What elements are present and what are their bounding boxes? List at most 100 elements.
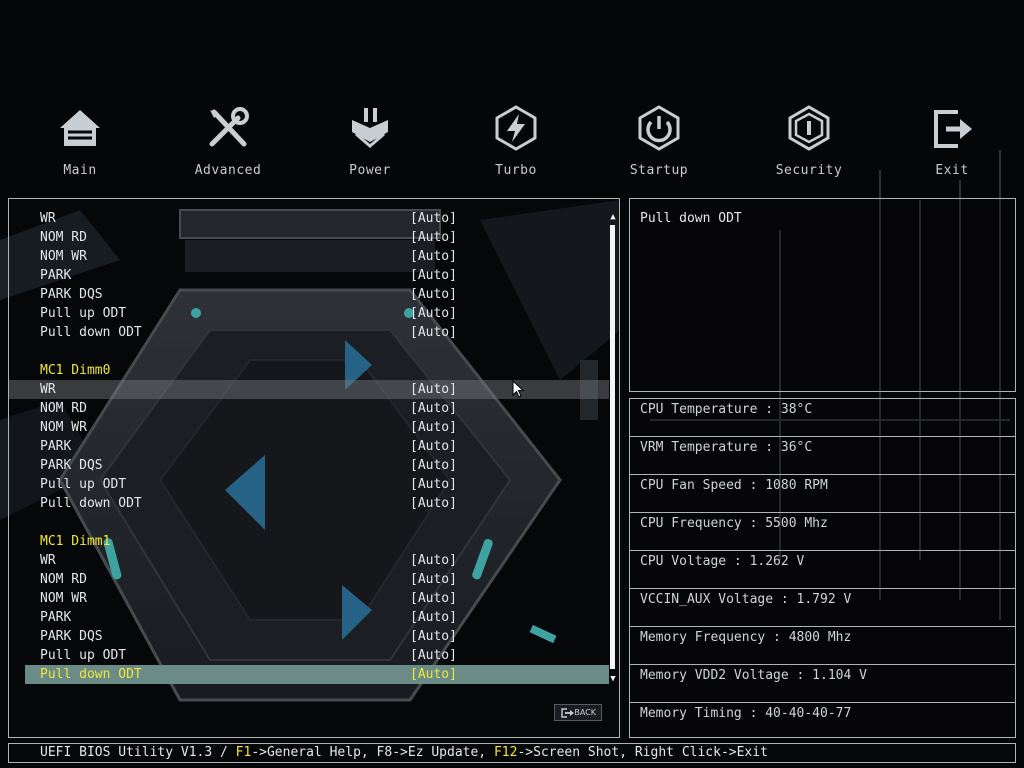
item-value[interactable]: [Auto] bbox=[410, 399, 457, 418]
nav-exit-label: Exit bbox=[935, 163, 969, 178]
vrm-temperature: VRM Temperature : 36°C bbox=[640, 440, 813, 455]
memory-vdd2-voltage: Memory VDD2 Voltage : 1.104 V bbox=[640, 668, 867, 683]
item-value[interactable]: [Auto] bbox=[410, 285, 457, 304]
list-item[interactable]: NOM RD [Auto] bbox=[9, 570, 609, 589]
shield-icon bbox=[788, 105, 830, 151]
item-value[interactable]: [Auto] bbox=[410, 228, 457, 247]
nav-security[interactable]: Security bbox=[749, 100, 869, 185]
item-value[interactable]: [Auto] bbox=[410, 570, 457, 589]
list-item[interactable]: WR [Auto] bbox=[9, 551, 609, 570]
list-item[interactable]: PARK [Auto] bbox=[9, 608, 609, 627]
list-item[interactable]: NOM WR [Auto] bbox=[9, 589, 609, 608]
divider bbox=[630, 588, 1015, 589]
vccin-aux-voltage: VCCIN_AUX Voltage : 1.792 V bbox=[640, 592, 852, 607]
f12-exit-hint: ->Screen Shot, Right Click->Exit bbox=[517, 745, 768, 760]
bottom-help-bar: UEFI BIOS Utility V1.3 / F1->General Hel… bbox=[8, 743, 1016, 763]
item-value[interactable]: [Auto] bbox=[410, 589, 457, 608]
nav-advanced-label: Advanced bbox=[194, 163, 262, 178]
item-value[interactable]: [Auto] bbox=[410, 418, 457, 437]
list-item[interactable]: Pull up ODT [Auto] bbox=[9, 475, 609, 494]
item-label: Pull down ODT bbox=[40, 667, 142, 682]
item-value[interactable]: [Auto] bbox=[410, 323, 457, 342]
list-item[interactable]: PARK DQS [Auto] bbox=[9, 285, 609, 304]
nav-main-label: Main bbox=[63, 163, 97, 178]
f12-key[interactable]: F12 bbox=[494, 745, 517, 760]
help-text: Pull down ODT bbox=[640, 211, 742, 226]
item-value[interactable]: [Auto] bbox=[410, 380, 457, 399]
item-value[interactable]: [Auto] bbox=[410, 646, 457, 665]
back-arrow-icon bbox=[561, 708, 574, 718]
list-item[interactable]: Pull down ODT [Auto] bbox=[9, 494, 609, 513]
f1-f8-hint: ->General Help, F8->Ez Update, bbox=[251, 745, 494, 760]
item-label: Pull up ODT bbox=[40, 477, 127, 492]
list-item-selected[interactable]: Pull down ODT [Auto] bbox=[25, 665, 609, 684]
list-item[interactable]: NOM WR [Auto] bbox=[9, 418, 609, 437]
item-label: PARK bbox=[40, 439, 72, 454]
item-label: NOM RD bbox=[40, 230, 87, 245]
nav-power[interactable]: Power bbox=[310, 100, 430, 185]
section-header-mc1-dimm0: MC1 Dimm0 bbox=[40, 363, 111, 378]
item-value[interactable]: [Auto] bbox=[410, 266, 457, 285]
list-item[interactable]: Pull up ODT [Auto] bbox=[9, 304, 609, 323]
item-value[interactable]: [Auto] bbox=[410, 304, 457, 323]
nav-main[interactable]: Main bbox=[20, 100, 140, 185]
item-label: NOM RD bbox=[40, 572, 87, 587]
list-item[interactable]: PARK DQS [Auto] bbox=[9, 627, 609, 646]
list-item[interactable]: NOM RD [Auto] bbox=[9, 399, 609, 418]
list-item[interactable]: PARK DQS [Auto] bbox=[9, 456, 609, 475]
item-value[interactable]: [Auto] bbox=[410, 209, 457, 228]
mouse-cursor-icon bbox=[512, 380, 524, 398]
item-label: PARK DQS bbox=[40, 287, 103, 302]
list-item[interactable]: Pull up ODT [Auto] bbox=[9, 646, 609, 665]
item-value[interactable]: [Auto] bbox=[410, 456, 457, 475]
divider bbox=[630, 550, 1015, 551]
scrollbar-thumb[interactable] bbox=[610, 225, 615, 669]
item-value[interactable]: [Auto] bbox=[410, 247, 457, 266]
item-value[interactable]: [Auto] bbox=[410, 494, 457, 513]
help-panel: Pull down ODT bbox=[629, 198, 1016, 392]
cpu-fan-speed: CPU Fan Speed : 1080 RPM bbox=[640, 478, 828, 493]
item-value[interactable]: [Auto] bbox=[410, 665, 457, 684]
item-label: PARK bbox=[40, 268, 72, 283]
item-value[interactable]: [Auto] bbox=[410, 627, 457, 646]
nav-turbo[interactable]: Turbo bbox=[456, 100, 576, 185]
item-value[interactable]: [Auto] bbox=[410, 437, 457, 456]
bios-version: UEFI BIOS Utility V1.3 / bbox=[40, 745, 236, 760]
scroll-up-arrow-icon[interactable]: ▲ bbox=[607, 211, 619, 223]
nav-power-label: Power bbox=[349, 163, 391, 178]
item-label: PARK DQS bbox=[40, 629, 103, 644]
nav-advanced[interactable]: Advanced bbox=[168, 100, 288, 185]
divider bbox=[630, 702, 1015, 703]
list-item[interactable]: PARK [Auto] bbox=[9, 266, 609, 285]
list-item[interactable]: Pull down ODT [Auto] bbox=[9, 323, 609, 342]
item-label: Pull down ODT bbox=[40, 325, 142, 340]
home-icon bbox=[60, 110, 100, 146]
item-label: Pull up ODT bbox=[40, 648, 127, 663]
scroll-down-arrow-icon[interactable]: ▼ bbox=[607, 673, 619, 685]
nav-startup[interactable]: Startup bbox=[599, 100, 719, 185]
f1-key[interactable]: F1 bbox=[236, 745, 252, 760]
divider bbox=[630, 512, 1015, 513]
list-item[interactable]: NOM RD [Auto] bbox=[9, 228, 609, 247]
power-button-icon bbox=[638, 105, 680, 151]
divider bbox=[630, 664, 1015, 665]
list-item[interactable]: PARK [Auto] bbox=[9, 437, 609, 456]
item-label: WR bbox=[40, 382, 56, 397]
divider bbox=[630, 436, 1015, 437]
list-item[interactable]: WR [Auto] bbox=[9, 209, 609, 228]
nav-turbo-label: Turbo bbox=[495, 163, 537, 178]
item-label: NOM RD bbox=[40, 401, 87, 416]
item-label: WR bbox=[40, 211, 56, 226]
list-item[interactable]: NOM WR [Auto] bbox=[9, 247, 609, 266]
hardware-status-panel: CPU Temperature : 38°C VRM Temperature :… bbox=[629, 398, 1016, 738]
nav-exit[interactable]: Exit bbox=[892, 100, 1012, 185]
item-value[interactable]: [Auto] bbox=[410, 475, 457, 494]
cpu-voltage: CPU Voltage : 1.262 V bbox=[640, 554, 805, 569]
divider bbox=[630, 474, 1015, 475]
item-value[interactable]: [Auto] bbox=[410, 608, 457, 627]
list-scrollbar[interactable]: ▲ ▼ bbox=[607, 211, 619, 685]
item-label: NOM WR bbox=[40, 249, 87, 264]
back-button[interactable]: BACK bbox=[554, 704, 602, 721]
settings-list-panel: WR [Auto] NOM RD [Auto] NOM WR [Auto] PA… bbox=[8, 198, 620, 738]
item-value[interactable]: [Auto] bbox=[410, 551, 457, 570]
